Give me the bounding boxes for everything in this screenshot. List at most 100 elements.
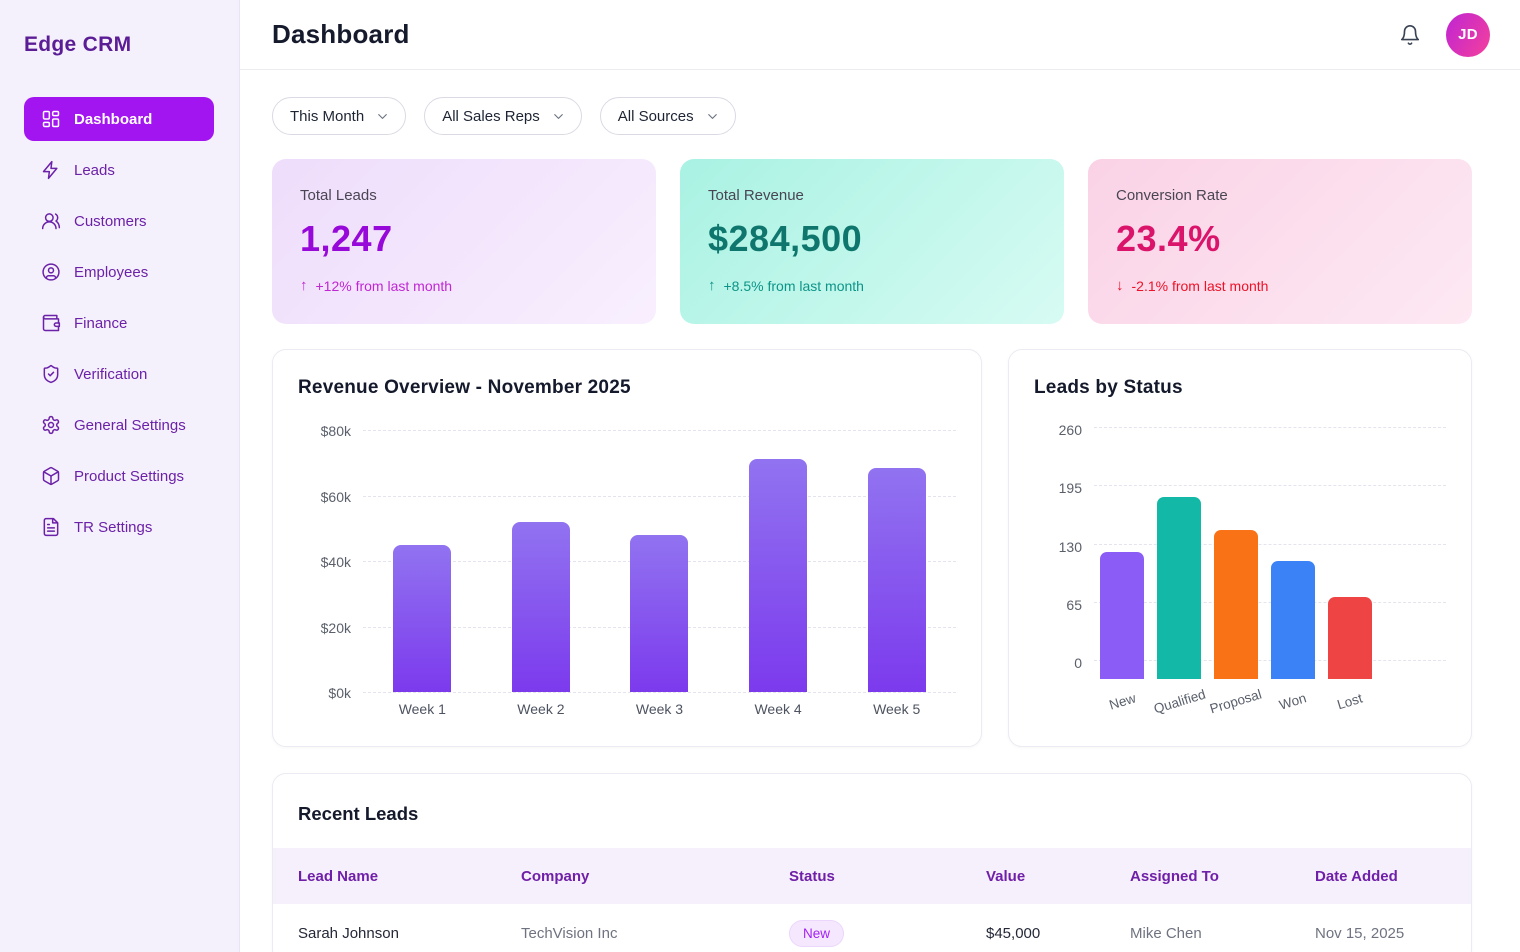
status-bar-lost — [1328, 597, 1372, 679]
notifications-button[interactable] — [1399, 24, 1421, 46]
y-tick-label: $40k — [321, 553, 351, 571]
cell-status: New — [789, 920, 986, 947]
user-circle-icon — [41, 262, 61, 282]
x-axis-label: Lost — [1321, 693, 1378, 709]
plot-area — [363, 430, 956, 692]
x-axis-label: Week 4 — [719, 701, 838, 717]
table-header-row: Lead NameCompanyStatusValueAssigned ToDa… — [273, 848, 1471, 904]
sidebar-item-leads[interactable]: Leads — [24, 148, 214, 192]
sidebar-item-customers[interactable]: Customers — [24, 199, 214, 243]
trend-text: +12% from last month — [316, 278, 453, 294]
x-axis-label: Won — [1264, 693, 1321, 709]
y-axis: $80k$60k$40k$20k$0k — [298, 430, 363, 692]
filter-this-month[interactable]: This Month — [272, 97, 406, 135]
sidebar-item-label: Verification — [74, 366, 147, 383]
cell-lead-name: Sarah Johnson — [298, 925, 521, 942]
filter-all-sales-reps[interactable]: All Sales Reps — [424, 97, 582, 135]
x-axis-label: Week 3 — [600, 701, 719, 717]
stat-label: Total Revenue — [708, 187, 1036, 205]
sidebar-nav: Dashboard Leads Customers Employees Finance V… — [24, 97, 214, 549]
chevron-down-icon — [551, 109, 566, 124]
column-header-lead-name: Lead Name — [298, 868, 521, 885]
wallet-icon — [41, 313, 61, 333]
column-header-value: Value — [986, 868, 1130, 885]
trend-down-arrow-icon: ↓ — [1116, 277, 1124, 294]
revenue-bar-week-3 — [630, 535, 688, 692]
status-bar-proposal — [1214, 530, 1258, 679]
y-tick-label: 0 — [1074, 654, 1082, 672]
stat-trend: ↑+12% from last month — [300, 277, 628, 294]
sidebar-item-general-settings[interactable]: General Settings — [24, 403, 214, 447]
column-header-assigned-to: Assigned To — [1130, 868, 1315, 885]
y-tick-label: $80k — [321, 422, 351, 440]
x-axis-label: Qualified — [1151, 693, 1208, 709]
plot-area — [1094, 427, 1446, 679]
revenue-bar-week-5 — [868, 468, 926, 692]
y-tick-label: $20k — [321, 619, 351, 637]
revenue-bar-week-1 — [393, 545, 451, 692]
status-bar-new — [1100, 552, 1144, 679]
stat-value: $284,500 — [708, 217, 1036, 261]
x-axis: NewQualifiedProposalWonLost — [1094, 693, 1378, 709]
recent-leads-title: Recent Leads — [298, 802, 1446, 826]
x-axis-label: Proposal — [1208, 693, 1265, 709]
sidebar-item-label: Customers — [74, 213, 147, 230]
brand-logo: Edge CRM — [0, 32, 239, 58]
status-badge: New — [789, 920, 844, 947]
sidebar-item-label: Leads — [74, 162, 115, 179]
sidebar-item-product-settings[interactable]: Product Settings — [24, 454, 214, 498]
app-window: Edge CRM Dashboard Leads Customers Employee… — [0, 0, 1520, 952]
layout-dashboard-icon — [41, 109, 61, 129]
table-row[interactable]: Sarah JohnsonTechVision IncNew$45,000Mik… — [273, 904, 1471, 952]
cell-value: $45,000 — [986, 925, 1130, 942]
sidebar: Edge CRM Dashboard Leads Customers Employee… — [0, 0, 240, 952]
y-tick-label: $0k — [328, 684, 351, 702]
sidebar-item-dashboard[interactable]: Dashboard — [24, 97, 214, 141]
table-body: Sarah JohnsonTechVision IncNew$45,000Mik… — [273, 904, 1471, 952]
trend-up-arrow-icon: ↑ — [708, 277, 716, 294]
sidebar-item-employees[interactable]: Employees — [24, 250, 214, 294]
stat-trend: ↑ +8.5% from last month — [708, 277, 1036, 294]
users-icon — [41, 211, 61, 231]
sidebar-item-verification[interactable]: Verification — [24, 352, 214, 396]
charts-row: Revenue Overview - November 2025 $80k$60… — [272, 349, 1472, 747]
avatar[interactable]: JD — [1446, 13, 1490, 57]
shield-check-icon — [41, 364, 61, 384]
stat-value: 1,247 — [300, 217, 628, 261]
x-axis-label: Week 5 — [837, 701, 956, 717]
stat-trend: ↓-2.1% from last month — [1116, 277, 1444, 294]
filter-all-sources[interactable]: All Sources — [600, 97, 736, 135]
column-header-status: Status — [789, 868, 986, 885]
stat-label: Total Leads — [300, 187, 628, 205]
trend-text: +8.5% from last month — [724, 278, 864, 294]
y-tick-label: 130 — [1059, 538, 1082, 556]
stat-card-total-revenue: Total Revenue $284,500 ↑ +8.5% from last mo… — [680, 159, 1064, 324]
header-actions: JD — [1399, 13, 1490, 57]
revenue-chart-card: Revenue Overview - November 2025 $80k$60… — [272, 349, 982, 747]
sidebar-item-tr-settings[interactable]: TR Settings — [24, 505, 214, 549]
page-title: Dashboard — [272, 19, 410, 50]
sidebar-item-label: Dashboard — [74, 111, 152, 128]
header: Dashboard JD — [240, 0, 1520, 70]
recent-leads-card: Recent Leads Lead NameCompanyStatusValue… — [272, 773, 1472, 952]
chevron-down-icon — [705, 109, 720, 124]
cell-assigned-to: Mike Chen — [1130, 925, 1315, 942]
status-bar-won — [1271, 561, 1315, 679]
stat-card-conversion-rate: Conversion Rate23.4%↓-2.1% from last mon… — [1088, 159, 1472, 324]
x-axis-label: Week 2 — [482, 701, 601, 717]
revenue-bar-week-2 — [512, 522, 570, 692]
stat-label: Conversion Rate — [1116, 187, 1444, 205]
sidebar-item-label: Employees — [74, 264, 148, 281]
zap-icon — [41, 160, 61, 180]
y-tick-label: 260 — [1059, 421, 1082, 439]
y-tick-label: 195 — [1059, 479, 1082, 497]
x-axis: Week 1Week 2Week 3Week 4Week 5 — [363, 701, 956, 717]
filter-bar: This Month All Sales Reps All Sources — [272, 97, 1472, 135]
sidebar-item-finance[interactable]: Finance — [24, 301, 214, 345]
stat-cards: Total Leads1,247↑+12% from last monthTot… — [272, 159, 1472, 324]
column-header-company: Company — [521, 868, 789, 885]
revenue-bar-week-4 — [749, 459, 807, 692]
y-tick-label: $60k — [321, 488, 351, 506]
leads-status-chart: 260195130650NewQualifiedProposalWonLost — [1034, 427, 1446, 709]
leads-status-chart-card: Leads by Status 260195130650NewQualified… — [1008, 349, 1472, 747]
